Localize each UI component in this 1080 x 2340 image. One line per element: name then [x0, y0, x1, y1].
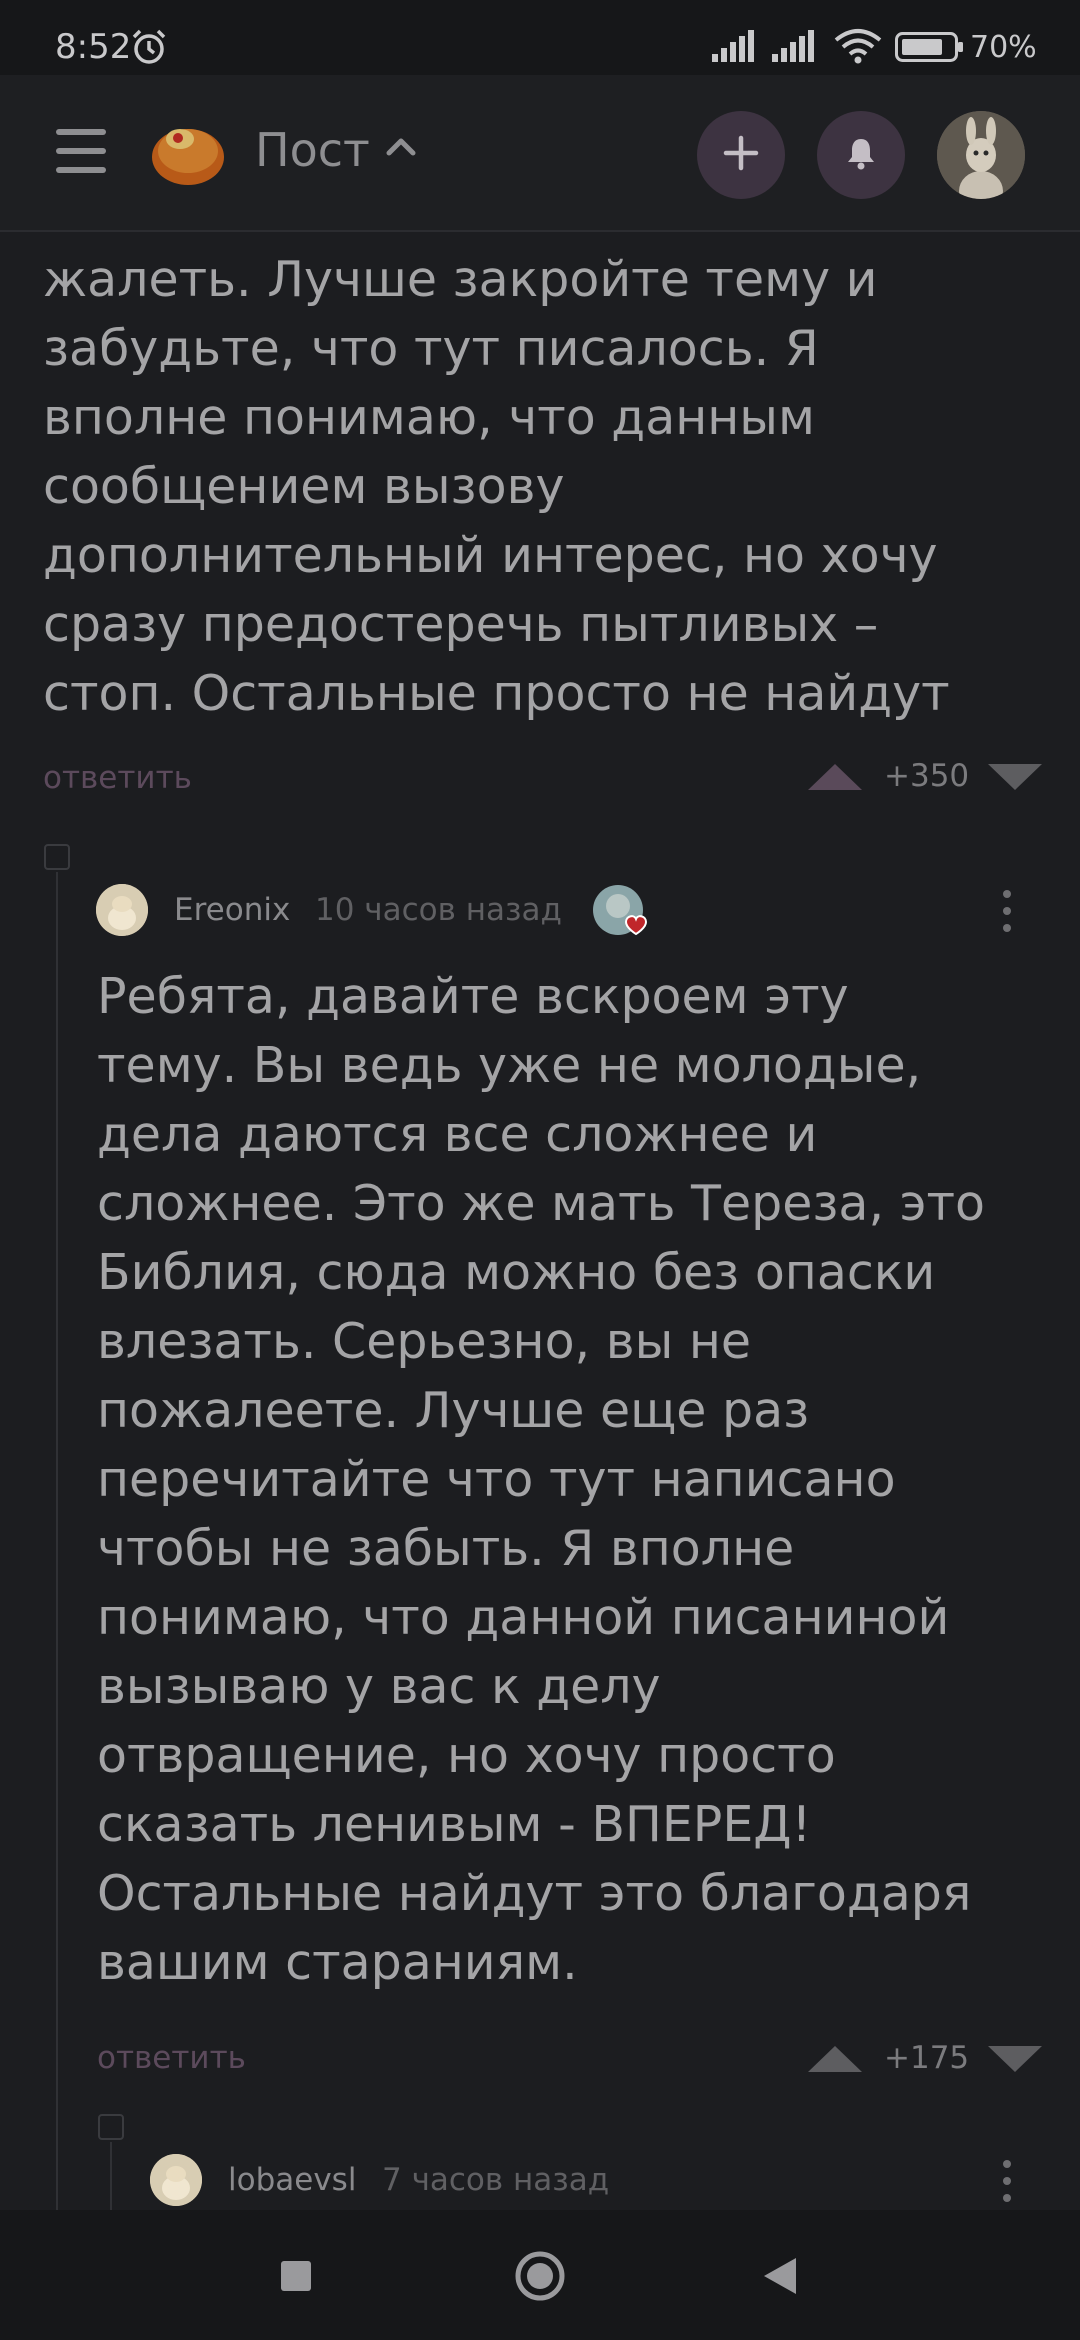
- system-nav-bar: [0, 2210, 1080, 2340]
- comment-text: жалеть. Лучше закройте тему и забудьте, …: [43, 232, 1043, 728]
- avatar[interactable]: [150, 2154, 202, 2206]
- comment-line: отвращение, но хочу просто: [97, 1727, 836, 1784]
- comment-line: жалеть. Лучше закройте тему и: [43, 251, 878, 308]
- logo-icon[interactable]: [148, 113, 228, 197]
- comment-line: сложнее. Это же мать Тереза, это: [97, 1175, 986, 1232]
- avatar[interactable]: [96, 884, 148, 936]
- status-time: 8:52: [55, 27, 132, 67]
- vote-count: +350: [884, 758, 970, 794]
- menu-icon[interactable]: [56, 127, 106, 179]
- plus-icon: [723, 135, 759, 175]
- comment-line: сообщением вызову: [43, 458, 565, 515]
- comment-line: вполне понимаю, что данным: [43, 389, 815, 446]
- comment-time[interactable]: 10 часов назад: [315, 892, 562, 928]
- battery-percent: 70%: [970, 30, 1037, 65]
- comment-line: Библия, сюда можно без опаски: [97, 1244, 936, 1301]
- reply-link[interactable]: ответить: [97, 2040, 246, 2076]
- comment-line: дополнительный интерес, но хочу: [43, 527, 938, 584]
- more-options-icon[interactable]: [1003, 2160, 1013, 2210]
- award-badge-icon[interactable]: [592, 882, 650, 944]
- comment-text: Ребята, давайте вскроем эту тему. Вы вед…: [97, 962, 1057, 1997]
- alarm-icon: [130, 28, 168, 70]
- comment-line: перечитайте что тут написано: [97, 1451, 896, 1508]
- upvote-icon[interactable]: [808, 2046, 862, 2076]
- notifications-button[interactable]: [817, 111, 905, 199]
- header-title[interactable]: Пост: [255, 123, 370, 177]
- upvote-icon[interactable]: [808, 764, 862, 794]
- app-header: Пост: [0, 75, 1080, 232]
- downvote-icon[interactable]: [988, 764, 1042, 794]
- bell-icon: [846, 136, 876, 174]
- comments-feed[interactable]: жалеть. Лучше закройте тему и забудьте, …: [0, 232, 1080, 2210]
- comment-line: вызываю у вас к делу: [97, 1658, 661, 1715]
- collapse-thread-button[interactable]: [98, 2114, 124, 2140]
- comment-line: тему. Вы ведь уже не молодые,: [97, 1037, 922, 1094]
- comment-line: сказать ленивым - ВПЕРЕД!: [97, 1796, 812, 1853]
- comment-line: влезать. Серьезно, вы не: [97, 1313, 752, 1370]
- comment-line: вашим стараниям.: [97, 1934, 578, 1991]
- chevron-up-icon[interactable]: [385, 137, 417, 161]
- comment-line: Ребята, давайте вскроем эту: [97, 968, 849, 1025]
- add-post-button[interactable]: [697, 111, 785, 199]
- recents-button[interactable]: [280, 2260, 312, 2296]
- comment-text-cut-line: [43, 232, 1043, 245]
- reply-link[interactable]: ответить: [43, 760, 192, 796]
- thread-line[interactable]: [110, 2142, 112, 2210]
- status-bar: 8:52 70%: [0, 0, 1080, 75]
- back-button[interactable]: [762, 2256, 798, 2300]
- comment-line: Остальные найдут это благодаря: [97, 1865, 972, 1922]
- home-button[interactable]: [514, 2250, 566, 2306]
- profile-avatar[interactable]: [937, 111, 1025, 199]
- comment-line: пожалеете. Лучше еще раз: [97, 1382, 810, 1439]
- comment-line: сразу предостеречь пытливых –: [43, 596, 879, 653]
- battery-icon: [895, 32, 965, 66]
- comment-time[interactable]: 7 часов назад: [382, 2162, 609, 2198]
- comment-line: стоп. Остальные просто не найдут: [43, 665, 950, 722]
- more-options-icon[interactable]: [1003, 890, 1013, 941]
- vote-count: +175: [884, 2040, 970, 2076]
- comment-line: чтобы не забыть. Я вполне: [97, 1520, 795, 1577]
- signal-icon: [712, 30, 762, 66]
- comment-line: понимаю, что данной писаниной: [97, 1589, 950, 1646]
- comment-author[interactable]: lobaevsl: [228, 2162, 356, 2198]
- thread-line[interactable]: [56, 872, 58, 2210]
- wifi-icon: [834, 28, 882, 68]
- collapse-thread-button[interactable]: [44, 844, 70, 870]
- comment-line: забудьте, что тут писалось. Я: [43, 320, 819, 377]
- comment-line: дела даются все сложнее и: [97, 1106, 818, 1163]
- signal-icon: [772, 30, 822, 66]
- downvote-icon[interactable]: [988, 2046, 1042, 2076]
- comment-author[interactable]: Ereonix: [174, 892, 290, 928]
